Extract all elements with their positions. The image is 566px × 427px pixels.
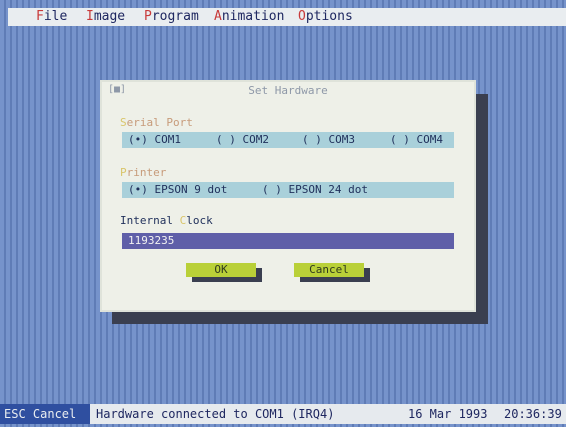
radio-epson-9-dot[interactable]: (•) EPSON 9 dot [128,182,227,198]
serial-port-options: (•) COM1 ( ) COM2 ( ) COM3 ( ) COM4 [122,132,454,148]
radio-com3[interactable]: ( ) COM3 [302,132,355,148]
menu-options[interactable]: Options [298,8,353,26]
menu-program[interactable]: Program [144,8,199,26]
radio-com1[interactable]: (•) COM1 [128,132,181,148]
internal-clock-label: Internal Clock [120,214,213,227]
dialog-title: Set Hardware [248,84,328,97]
radio-com2[interactable]: ( ) COM2 [216,132,269,148]
esc-cancel-button[interactable]: ESC Cancel [0,404,90,424]
ok-button[interactable]: OK [186,263,256,277]
menu-bar: File Image Program Animation Options [8,8,566,26]
status-date: 16 Mar 1993 [408,407,488,421]
radio-com4[interactable]: ( ) COM4 [390,132,443,148]
status-message: Hardware connected to COM1 (IRQ4) [96,407,335,421]
status-bar: ESC Cancel Hardware connected to COM1 (I… [0,404,566,424]
desktop: File Image Program Animation Options [■]… [0,0,566,427]
set-hardware-dialog: [■] Set Hardware Serial Port (•) COM1 ( … [100,80,476,312]
internal-clock-input[interactable]: 1193235 [122,233,454,249]
radio-epson-24-dot[interactable]: ( ) EPSON 24 dot [262,182,368,198]
printer-options: (•) EPSON 9 dot ( ) EPSON 24 dot [122,182,454,198]
menu-animation[interactable]: Animation [214,8,284,26]
printer-label: Printer [120,166,167,179]
menu-file[interactable]: File [36,8,67,26]
menu-image[interactable]: Image [86,8,125,26]
status-time: 20:36:39 [504,407,562,421]
cancel-button[interactable]: Cancel [294,263,364,277]
serial-port-label: Serial Port [120,116,193,129]
